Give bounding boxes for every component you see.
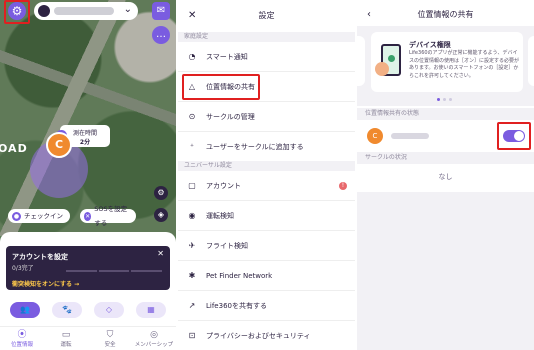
setup-progress: 0/3完了 <box>12 265 34 272</box>
settings-item-add-user[interactable]: ⁺ ユーザーをサークルに追加する <box>178 132 355 162</box>
item-label: Life360を共有する <box>206 302 267 310</box>
building-icon[interactable]: ▦ <box>136 302 166 318</box>
sos-icon: ✕ <box>84 211 92 221</box>
layers-icon[interactable]: ◈ <box>154 208 168 222</box>
circle-name-redacted <box>54 7 114 15</box>
item-label: スマート通知 <box>206 53 248 61</box>
settings-item-drive-detect[interactable]: ◉ 運転検知 <box>178 201 355 231</box>
setup-link[interactable]: 衝突検知をオンにする → <box>12 279 79 288</box>
settings-screen: ✕ 設定 家庭設定 ◔ スマート通知 △ 位置情報の共有 ⊙ サークルの管理 ⁺ ユーザ… <box>178 0 355 350</box>
shield-icon: ⛉ <box>106 330 114 340</box>
pet-icon: ✱ <box>188 271 196 280</box>
steering-icon: ◉ <box>188 211 196 220</box>
plane-icon: ✈ <box>188 241 196 250</box>
close-icon[interactable]: ✕ <box>157 249 164 258</box>
bottom-nav: ⦿ 位置情報 ▭ 運転 ⛉ 安全 ◎ メンバーシップ <box>0 326 176 350</box>
location-sharing-title: 位置情報の共有 <box>417 10 474 19</box>
item-label: アカウント <box>206 182 241 190</box>
alert-badge: ! <box>339 182 347 190</box>
hand-illustration <box>375 62 389 76</box>
item-label: プライバシーおよびセキュリティ <box>206 332 311 340</box>
settings-header: ✕ 設定 <box>178 0 355 32</box>
circle-status-none: なし <box>438 173 453 181</box>
sos-label: SOSを設定する <box>94 205 128 227</box>
nav-membership[interactable]: ◎ メンバーシップ <box>132 327 176 350</box>
quick-actions: 👥 🐾 ◇ ▦ <box>10 302 166 318</box>
nav-label: 位置情報 <box>10 342 33 348</box>
item-label: ユーザーをサークルに追加する <box>206 143 304 151</box>
item-label: サークルの管理 <box>206 113 255 121</box>
add-user-icon: ⁺ <box>189 142 195 151</box>
settings-item-account[interactable]: ▢ アカウント! <box>178 171 355 201</box>
sos-button[interactable]: ✕ SOSを設定する <box>80 205 136 227</box>
member-avatar-pin[interactable]: C <box>46 132 72 158</box>
share-icon: ↗ <box>188 301 196 310</box>
mail-icon[interactable]: ✉ <box>152 2 170 20</box>
location-icon <box>38 5 50 17</box>
tag-icon[interactable]: ◇ <box>94 302 124 318</box>
nav-label: 安全 <box>104 342 116 348</box>
circle-manage-icon: ⊙ <box>188 112 196 121</box>
nav-safety[interactable]: ⛉ 安全 <box>88 327 132 350</box>
settings-item-flight-detect[interactable]: ✈ フライト検知 <box>178 231 355 261</box>
chat-icon[interactable]: … <box>152 26 170 44</box>
member-name-redacted <box>391 133 429 139</box>
highlight-box <box>497 122 531 150</box>
lock-icon: ⊡ <box>188 331 196 340</box>
paw-icon[interactable]: 🐾 <box>52 302 82 318</box>
road-label: OAD <box>0 142 28 155</box>
people-icon[interactable]: 👥 <box>10 302 40 318</box>
circle-selector[interactable]: ⌄ <box>34 2 138 20</box>
nav-label: メンバーシップ <box>134 342 174 348</box>
map-top-bar: ⚙ ⌄ <box>4 0 168 24</box>
account-icon: ▢ <box>188 181 196 190</box>
section-circle: サークルの状況 <box>357 152 534 164</box>
membership-icon: ◎ <box>150 330 158 340</box>
map-settings-icon[interactable]: ⚙ <box>154 186 168 200</box>
nav-location[interactable]: ⦿ 位置情報 <box>0 327 44 350</box>
carousel-peek-right <box>528 36 534 86</box>
nav-label: 運転 <box>60 342 72 348</box>
car-icon: ▭ <box>61 330 71 340</box>
settings-item-pet-finder[interactable]: ✱ Pet Finder Network <box>178 261 355 291</box>
bottom-sheet: アカウントを設定 0/3完了 衝突検知をオンにする → ✕ 👥 🐾 ◇ ▦ ⦿ 位… <box>0 232 176 350</box>
settings-title: 設定 <box>258 11 275 20</box>
settings-item-smart-notification[interactable]: ◔ スマート通知 <box>178 42 355 72</box>
map-screen: OAD ◷ 測在時間 2分 C ⚙ ⌄ ✉ … ● チェックイン ✕ SOSを設… <box>0 0 176 350</box>
settings-item-privacy[interactable]: ⊡ プライバシーおよびセキュリティ <box>178 321 355 350</box>
carousel-peek-left <box>357 36 365 86</box>
checkin-label: チェックイン <box>24 212 63 220</box>
highlight-box <box>182 74 260 100</box>
item-label: 運転検知 <box>206 212 234 220</box>
checkin-button[interactable]: ● チェックイン <box>8 209 70 223</box>
item-label: フライト検知 <box>206 242 248 250</box>
map-view[interactable]: OAD ◷ 測在時間 2分 C ⚙ ⌄ ✉ … ● チェックイン ✕ SOSを設… <box>0 0 176 236</box>
setup-title: アカウントを設定 <box>12 253 68 261</box>
close-icon[interactable]: ✕ <box>188 0 196 32</box>
item-label: Pet Finder Network <box>206 272 273 280</box>
settings-item-circle-manage[interactable]: ⊙ サークルの管理 <box>178 102 355 132</box>
nav-driving[interactable]: ▭ 運転 <box>44 327 88 350</box>
location-pin-icon: ⦿ <box>17 330 27 340</box>
card-title: デバイス権限 <box>409 41 451 49</box>
bell-icon: ◔ <box>188 52 196 61</box>
location-pin-icon: ● <box>12 211 21 221</box>
carousel-dots <box>437 98 452 101</box>
location-sharing-screen: ‹ 位置情報の共有 デバイス権限 Life360のアプリが正常に機能するよう、デ… <box>357 0 534 350</box>
highlight-box <box>4 0 30 24</box>
settings-item-share-app[interactable]: ↗ Life360を共有する <box>178 291 355 321</box>
section-family: 家庭設定 <box>178 32 355 42</box>
setup-progress-bar <box>66 270 163 272</box>
setup-card[interactable]: アカウントを設定 0/3完了 衝突検知をオンにする → ✕ <box>6 246 170 290</box>
card-body: Life360のアプリが正常に機能するよう、デバイスの位置情報の使用は［オン］に… <box>409 50 520 79</box>
chevron-down-icon: ⌄ <box>123 4 132 15</box>
avatar: C <box>367 128 383 144</box>
device-permission-card[interactable]: デバイス権限 Life360のアプリが正常に機能するよう、デバイスの位置情報の使… <box>371 32 523 92</box>
section-universal: ユニバーサル設定 <box>178 161 355 171</box>
empty-area <box>357 192 534 350</box>
section-status: 位置情報共有の状態 <box>357 108 534 120</box>
